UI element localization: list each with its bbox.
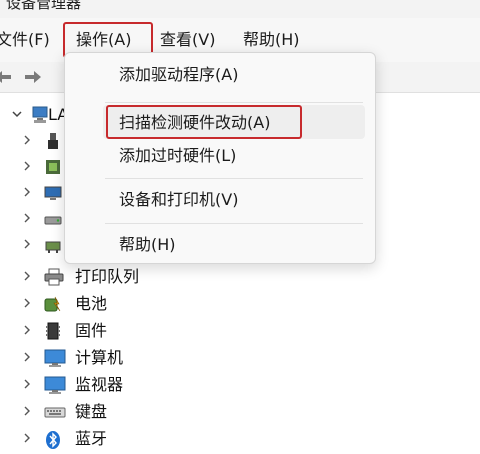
chevron-right-icon[interactable] <box>22 270 32 284</box>
menu-separator <box>105 102 363 103</box>
chevron-right-icon[interactable] <box>22 351 32 365</box>
tree-node-firmware[interactable]: 固件 <box>0 318 480 344</box>
chevron-right-icon[interactable] <box>22 238 32 252</box>
menu-help[interactable]: 帮助(H) <box>243 28 300 52</box>
tree-node-label: 计算机 <box>75 348 124 367</box>
network-adapter-icon <box>44 236 64 254</box>
tree-node-label: 电池 <box>75 294 108 313</box>
chevron-right-icon[interactable] <box>22 297 32 311</box>
keyboard-icon <box>44 403 66 421</box>
scan-item-highlight-box <box>106 105 302 139</box>
chevron-right-icon[interactable] <box>22 186 32 200</box>
action-dropdown-menu: 添加驱动程序(A) 扫描检测硬件改动(A) 添加过时硬件(L) 设备和打印机(V… <box>64 52 376 264</box>
menu-item-devices-and-printers[interactable]: 设备和打印机(V) <box>119 188 238 212</box>
bluetooth-icon <box>44 430 64 449</box>
tree-node-battery[interactable]: 电池 <box>0 291 480 317</box>
processor-icon <box>44 158 64 176</box>
back-arrow-icon <box>0 71 11 83</box>
menu-view[interactable]: 查看(V) <box>160 28 215 52</box>
menu-item-add-driver[interactable]: 添加驱动程序(A) <box>119 63 238 87</box>
tree-node-monitor[interactable]: 监视器 <box>0 372 480 398</box>
printer-icon <box>44 268 64 286</box>
chevron-right-icon[interactable] <box>22 432 32 446</box>
usb-device-icon <box>44 132 64 150</box>
chevron-right-icon[interactable] <box>22 160 32 174</box>
tree-node-keyboard[interactable]: 键盘 <box>0 399 480 425</box>
window-title: 设备管理器 <box>6 0 82 12</box>
firmware-icon <box>44 322 64 340</box>
menu-item-add-legacy-hardware[interactable]: 添加过时硬件(L) <box>119 144 236 168</box>
menu-separator <box>105 223 363 224</box>
tree-node-bluetooth[interactable]: 蓝牙 <box>0 426 480 452</box>
forward-arrow-icon <box>25 71 41 83</box>
chevron-right-icon[interactable] <box>22 134 32 148</box>
monitor-icon <box>44 376 66 394</box>
chevron-right-icon[interactable] <box>22 212 32 226</box>
monitor-icon <box>44 184 64 202</box>
menu-item-help[interactable]: 帮助(H) <box>119 233 176 257</box>
tree-node-label: 固件 <box>75 321 108 340</box>
disk-drive-icon <box>44 210 64 228</box>
chevron-right-icon[interactable] <box>22 405 32 419</box>
forward-button[interactable] <box>22 68 44 86</box>
battery-icon <box>44 295 64 313</box>
title-bar: 设备管理器 <box>0 0 480 18</box>
back-button[interactable] <box>0 68 14 86</box>
tree-node-print-queue[interactable]: 打印队列 <box>0 264 480 290</box>
chevron-down-icon[interactable] <box>12 108 22 122</box>
menu-file[interactable]: 文件(F) <box>0 28 50 52</box>
chevron-right-icon[interactable] <box>22 378 32 392</box>
tree-node-computer[interactable]: 计算机 <box>0 345 480 371</box>
tree-node-label: 监视器 <box>75 375 124 394</box>
menu-separator <box>105 178 363 179</box>
tree-node-label: 打印队列 <box>75 267 140 286</box>
chevron-right-icon[interactable] <box>22 324 32 338</box>
tree-node-label: 键盘 <box>75 402 108 421</box>
computer-icon <box>44 349 66 367</box>
